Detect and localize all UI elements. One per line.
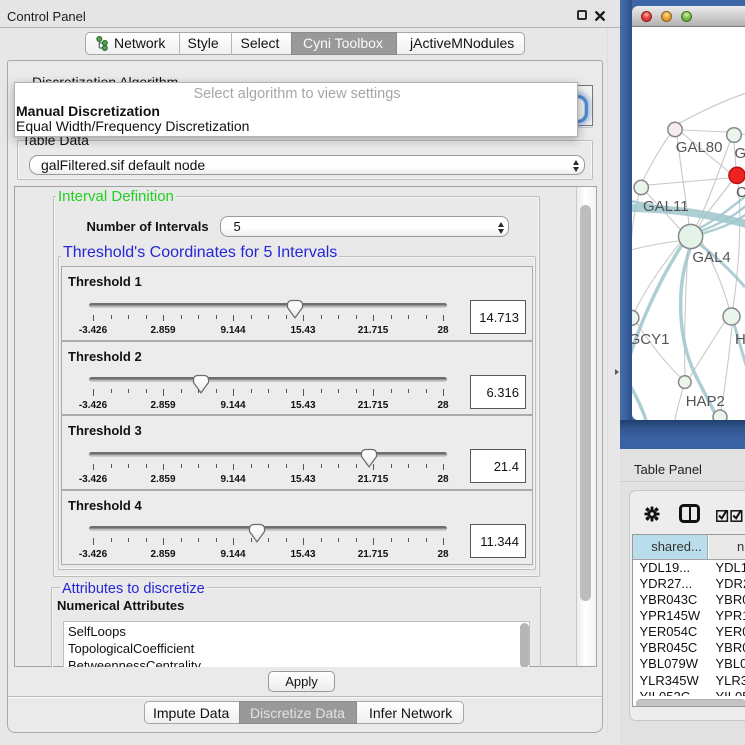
svg-text:H: H (735, 331, 745, 348)
svg-text:GA: GA (735, 145, 745, 162)
svg-text:GCY1: GCY1 (632, 331, 669, 348)
svg-text:GAL4: GAL4 (692, 249, 730, 266)
svg-text:C: C (736, 184, 745, 201)
svg-text:GAL11: GAL11 (643, 198, 689, 215)
svg-text:HAP2: HAP2 (686, 393, 725, 410)
svg-text:GAL80: GAL80 (676, 139, 723, 156)
